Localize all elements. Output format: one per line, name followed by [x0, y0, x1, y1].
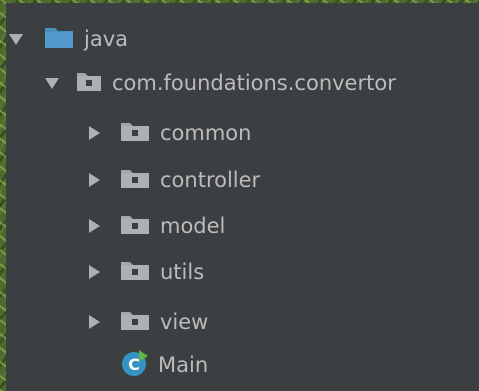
tree-node-label: java [84, 27, 128, 51]
expand-arrow-down-icon[interactable] [8, 33, 24, 45]
tree-node-label: com.foundations.convertor [112, 71, 396, 95]
collapse-arrow-right-icon[interactable] [86, 315, 102, 329]
tree-node-label: view [160, 310, 209, 334]
tree-node-view[interactable]: view [86, 300, 208, 344]
expand-arrow-down-icon[interactable] [44, 77, 60, 89]
package-icon [120, 167, 150, 194]
tree-node-controller[interactable]: controller [86, 158, 260, 202]
collapse-arrow-right-icon[interactable] [86, 126, 102, 140]
tree-node-label: model [160, 214, 226, 238]
collapse-arrow-right-icon[interactable] [86, 173, 102, 187]
package-icon [120, 120, 150, 147]
tree-node-model[interactable]: model [86, 204, 225, 248]
collapse-arrow-right-icon[interactable] [86, 265, 102, 279]
tree-node-utils[interactable]: utils [86, 250, 204, 294]
tree-node-package[interactable]: com.foundations.convertor [44, 61, 396, 105]
tree-node-common[interactable]: common [86, 111, 251, 155]
svg-text:C: C [128, 355, 140, 374]
package-icon [120, 309, 150, 336]
package-icon [76, 70, 102, 97]
tree-node-label: utils [160, 260, 205, 284]
package-icon [120, 259, 150, 286]
tree-node-label: Main [158, 353, 209, 377]
package-icon [120, 213, 150, 240]
tree-node-java[interactable]: java [6, 17, 128, 61]
tree-node-main[interactable]: C Main [120, 343, 208, 387]
collapse-arrow-right-icon[interactable] [86, 219, 102, 233]
tree-node-label: controller [160, 168, 261, 192]
project-tree-panel: java com.foundations.convertor common co… [6, 3, 479, 391]
java-class-run-icon: C [120, 348, 150, 383]
source-folder-icon [44, 25, 74, 54]
tree-node-label: common [160, 121, 252, 145]
